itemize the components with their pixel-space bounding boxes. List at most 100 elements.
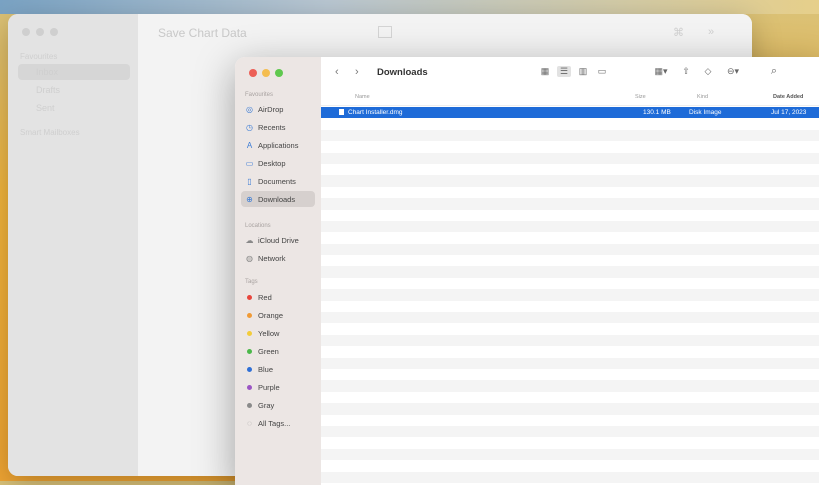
column-kind[interactable]: Kind [697, 94, 708, 100]
empty-row [321, 391, 819, 404]
empty-row [321, 357, 819, 369]
zoom-button[interactable] [275, 69, 283, 77]
sidebar-item-label: Gray [258, 400, 275, 410]
sidebar-item-label: All Tags... [258, 418, 291, 428]
column-header: Name Size Kind Date Added [321, 91, 819, 106]
favourites-section-label: Favourites [245, 92, 274, 98]
background-toolbar-icon: » [708, 26, 715, 38]
sidebar-item-label: Documents [258, 176, 296, 186]
sidebar-item-icloud-drive[interactable]: ☁ iCloud Drive [241, 232, 315, 248]
empty-row [321, 300, 819, 313]
locations-section-label: Locations [245, 223, 271, 229]
background-sidebar-item[interactable]: Sent [18, 100, 130, 116]
empty-row [321, 289, 819, 301]
sidebar-tag-purple[interactable]: Purple [241, 379, 315, 395]
sidebar-tag-yellow[interactable]: Yellow [241, 325, 315, 341]
file-date-added: Jul 17, 2023 [771, 109, 807, 116]
sidebar-item-documents[interactable]: ▯ Documents [241, 173, 315, 189]
empty-row [321, 209, 819, 221]
tag-button[interactable]: ◇ [701, 66, 715, 77]
empty-row [321, 460, 819, 472]
sidebar-tag-gray[interactable]: Gray [241, 397, 315, 413]
wallpaper [0, 0, 819, 14]
empty-row [321, 118, 819, 130]
sidebar-item-label: Yellow [258, 328, 280, 338]
group-button[interactable]: ▦▾ [651, 66, 671, 77]
tag-color-dot-icon [247, 366, 252, 372]
tag-color-dot-icon [247, 348, 252, 354]
disk-image-file-icon [339, 109, 344, 115]
column-size[interactable]: Size [635, 94, 646, 100]
empty-row [321, 163, 819, 176]
sidebar-tag-orange[interactable]: Orange [241, 307, 315, 323]
column-view-button[interactable]: ▥ [576, 66, 590, 77]
empty-row [321, 152, 819, 164]
sidebar-tag-blue[interactable]: Blue [241, 361, 315, 377]
file-row[interactable]: Chart Installer.dmg 130.1 MB Disk Image Jul… [321, 107, 819, 119]
background-window-controls [22, 28, 58, 36]
tag-color-dot-icon [247, 312, 252, 318]
icon-view-button[interactable]: ▦ [538, 66, 552, 77]
tag-color-dot-icon [247, 294, 252, 300]
documents-icon: ▯ [247, 176, 252, 186]
background-window-title: Save Chart Data [158, 26, 247, 40]
background-sidebar-item[interactable]: Inbox [18, 64, 130, 80]
empty-row [321, 368, 819, 381]
empty-row [321, 437, 819, 449]
downloads-icon: ⊕ [246, 194, 253, 204]
sidebar-item-label: Downloads [258, 194, 296, 204]
background-grid-icon [378, 26, 392, 38]
sidebar-item-label: Green [258, 346, 279, 356]
empty-row [321, 448, 819, 461]
sidebar-item-label: iCloud Drive [258, 235, 299, 245]
background-sidebar: Favourites Inbox Drafts Sent Smart Mailb… [8, 14, 138, 476]
icloud-icon: ☁ [245, 235, 254, 245]
sidebar-tag-green[interactable]: Green [241, 343, 315, 359]
column-date-added[interactable]: Date Added [773, 94, 803, 100]
sidebar-item-downloads[interactable]: ⊕ Downloads [241, 191, 315, 207]
empty-row [321, 232, 819, 244]
minimize-button[interactable] [262, 69, 270, 77]
applications-icon: A [246, 140, 253, 150]
tag-color-dot-icon [247, 384, 252, 390]
empty-row [321, 471, 819, 483]
empty-row [321, 277, 819, 290]
window-controls [249, 69, 283, 77]
share-button[interactable]: ⇧ [679, 66, 693, 77]
sidebar-item-recents[interactable]: ◷ Recents [241, 119, 315, 135]
back-button[interactable]: ‹ [335, 66, 339, 78]
sidebar-item-desktop[interactable]: ▭ Desktop [241, 155, 315, 171]
sidebar-item-applications[interactable]: A Applications [241, 137, 315, 153]
window-title: Downloads [377, 67, 428, 78]
more-button[interactable]: ⊖▾ [723, 66, 743, 77]
sidebar-tag-red[interactable]: Red [241, 289, 315, 305]
forward-button[interactable]: › [355, 66, 359, 78]
file-kind: Disk Image [689, 109, 722, 116]
tag-color-dot-icon [247, 330, 252, 336]
all-tags-icon: ◌ [247, 418, 252, 428]
file-name: Chart Installer.dmg [339, 109, 403, 116]
sidebar-item-network[interactable]: ◍ Network [241, 250, 315, 266]
empty-row [321, 266, 819, 278]
background-sidebar-item[interactable]: Drafts [18, 82, 130, 98]
finder-window[interactable]: Favourites ◎ AirDrop ◷ Recents A Applications… [235, 57, 819, 485]
empty-row [321, 403, 819, 415]
empty-row [321, 425, 819, 438]
sidebar-all-tags[interactable]: ◌ All Tags... [241, 415, 315, 431]
close-button[interactable] [249, 69, 257, 77]
empty-row [321, 186, 819, 199]
empty-row [321, 175, 819, 187]
file-name-text: Chart Installer.dmg [348, 109, 403, 116]
sidebar-item-airdrop[interactable]: ◎ AirDrop [241, 101, 315, 117]
list-view-button[interactable]: ☰ [557, 66, 571, 77]
sidebar-item-label: Orange [258, 310, 284, 320]
empty-row [321, 198, 819, 210]
tag-color-dot-icon [247, 402, 252, 408]
sidebar-item-label: AirDrop [258, 104, 284, 114]
empty-row [321, 346, 819, 358]
background-sidebar-section: Smart Mailboxes [20, 128, 80, 137]
finder-content: ‹ › Downloads ▦ ☰ ▥ ▭ ▦▾ ⇧ ◇ ⊖▾ ⌕ Name S… [321, 57, 819, 485]
column-name[interactable]: Name [355, 94, 370, 100]
gallery-view-button[interactable]: ▭ [595, 66, 609, 77]
search-button[interactable]: ⌕ [767, 66, 781, 77]
